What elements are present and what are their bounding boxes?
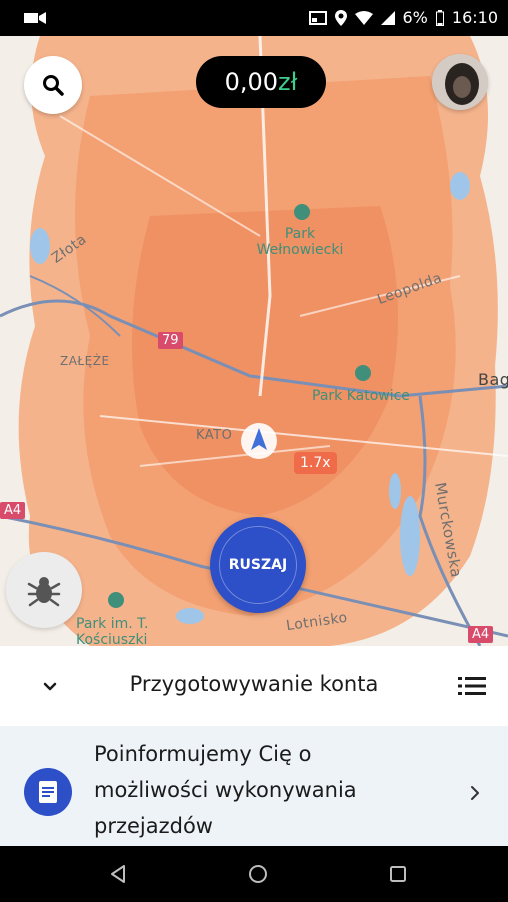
go-button-ring bbox=[219, 526, 297, 604]
a4-badge-right: A4 bbox=[468, 626, 494, 643]
list-icon[interactable] bbox=[458, 674, 486, 698]
battery-percent: 6% bbox=[402, 8, 428, 27]
a4-badge-left: A4 bbox=[0, 502, 26, 519]
panel-title: Przygotowywanie konta bbox=[129, 672, 379, 696]
park-label-kosciuszki: Park im. T. Kościuszki bbox=[76, 616, 149, 646]
back-icon[interactable] bbox=[108, 864, 128, 884]
earnings-amount: 0,00 bbox=[224, 68, 278, 96]
surge-multiplier-badge: 1.7x bbox=[294, 452, 337, 474]
signal-icon bbox=[380, 10, 395, 25]
cast-icon bbox=[308, 10, 327, 25]
chevron-down-icon[interactable] bbox=[38, 674, 62, 698]
map-label-kato: KATO bbox=[196, 428, 233, 443]
document-glyph bbox=[39, 781, 57, 803]
search-icon bbox=[43, 75, 64, 96]
road-79-badge: 79 bbox=[158, 332, 183, 349]
profile-avatar[interactable] bbox=[432, 54, 488, 110]
location-icon bbox=[334, 9, 347, 26]
system-nav-bar bbox=[0, 846, 508, 902]
document-icon bbox=[24, 768, 72, 816]
chevron-right-icon bbox=[471, 786, 479, 800]
map-label-bag: Bag bbox=[478, 370, 508, 389]
status-bar: 6% 16:10 bbox=[0, 0, 508, 36]
avatar-image bbox=[432, 54, 488, 110]
search-button[interactable] bbox=[24, 56, 82, 114]
bug-report-button[interactable] bbox=[6, 552, 82, 628]
clock: 16:10 bbox=[451, 8, 498, 27]
park-label-katowice: Park Katowice bbox=[312, 388, 410, 404]
battery-icon bbox=[435, 9, 444, 26]
video-camera-icon bbox=[24, 12, 46, 24]
map-label-zaleze: ZAŁĘŻE bbox=[60, 354, 110, 368]
recents-icon[interactable] bbox=[388, 864, 408, 884]
go-online-button[interactable]: RUSZAJ bbox=[210, 517, 306, 613]
home-icon[interactable] bbox=[248, 864, 268, 884]
bug-icon bbox=[27, 577, 61, 607]
park-label-welnowiecki: Park Wełnowiecki bbox=[256, 226, 344, 258]
account-notice-row[interactable]: Poinformujemy Cię o możliwości wykonywan… bbox=[0, 726, 508, 846]
status-panel-header[interactable]: Przygotowywanie konta bbox=[0, 646, 508, 726]
notice-text: Poinformujemy Cię o możliwości wykonywan… bbox=[94, 742, 357, 838]
earnings-display[interactable]: 0,00 zł bbox=[196, 56, 326, 108]
wifi-icon bbox=[354, 10, 373, 25]
earnings-currency: zł bbox=[278, 68, 298, 96]
